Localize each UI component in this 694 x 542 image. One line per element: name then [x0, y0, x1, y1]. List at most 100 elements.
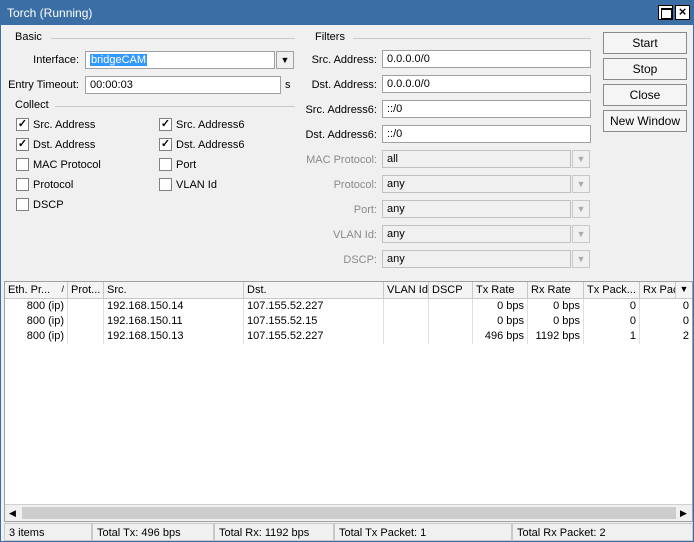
entry-timeout-field[interactable]: 00:00:03	[85, 76, 281, 94]
column-header-protocol[interactable]: Prot...	[68, 282, 104, 299]
scroll-left-icon[interactable]: ◀	[9, 508, 16, 519]
stop-button[interactable]: Stop	[603, 58, 687, 80]
protocol-checkbox[interactable]	[16, 178, 29, 191]
cell-eth-protocol: 800 (ip)	[5, 329, 68, 344]
cell-protocol	[68, 299, 104, 314]
port-checkbox-label: Port	[176, 159, 197, 171]
cell-vlan-id	[384, 314, 429, 329]
mac-protocol-dropdown-button[interactable]: ▼	[572, 150, 590, 168]
mac-protocol-checkbox-label: MAC Protocol	[33, 159, 101, 171]
entry-timeout-label: Entry Timeout:	[8, 79, 79, 91]
cell-rx-rate: 0 bps	[528, 314, 584, 329]
cell-tx-packets: 0	[584, 299, 640, 314]
column-header-dst[interactable]: Dst.	[244, 282, 384, 299]
cell-dscp	[429, 329, 473, 344]
filter-dst-address-field[interactable]: 0.0.0.0/0	[382, 75, 591, 93]
vlan-id-checkbox-label: VLAN Id	[176, 179, 217, 191]
scroll-right-icon[interactable]: ▶	[680, 508, 687, 519]
cell-eth-protocol: 800 (ip)	[5, 314, 68, 329]
cell-tx-packets: 1	[584, 329, 640, 344]
cell-src: 192.168.150.13	[104, 329, 244, 344]
filter-dst-address6-field[interactable]: ::/0	[382, 125, 591, 143]
cell-rx-rate: 1192 bps	[528, 329, 584, 344]
scrollbar-thumb[interactable]	[22, 507, 676, 519]
close-window-button[interactable]: ×	[675, 5, 690, 20]
filter-protocol-label: Protocol:	[333, 179, 377, 191]
column-header-rx-packets[interactable]: Rx Pac	[640, 282, 676, 299]
filter-dscp-field[interactable]: any	[382, 250, 571, 268]
basic-group-label: Basic	[15, 31, 42, 43]
table-row[interactable]: 800 (ip) 192.168.150.11 107.155.52.15 0 …	[5, 314, 692, 329]
dst-address-checkbox[interactable]: ✓	[16, 138, 29, 151]
cell-vlan-id	[384, 299, 429, 314]
basic-divider	[51, 38, 295, 39]
vlan-id-checkbox[interactable]	[159, 178, 172, 191]
cell-dst: 107.155.52.227	[244, 329, 384, 344]
filter-mac-protocol-field[interactable]: all	[382, 150, 571, 168]
cell-rx-rate: 0 bps	[528, 299, 584, 314]
port-checkbox[interactable]	[159, 158, 172, 171]
interface-label: Interface:	[33, 54, 79, 66]
status-total-rx: Total Rx: 1192 bps	[214, 523, 334, 541]
filter-src-address-label: Src. Address:	[311, 54, 377, 66]
table-row[interactable]: 800 (ip) 192.168.150.13 107.155.52.227 4…	[5, 329, 692, 344]
torch-table: Eth. Pr... / Prot... Src. Dst. VLAN Id D…	[4, 281, 693, 522]
filter-protocol-field[interactable]: any	[382, 175, 571, 193]
cell-src: 192.168.150.11	[104, 314, 244, 329]
mac-protocol-checkbox[interactable]	[16, 158, 29, 171]
maximize-button[interactable]	[658, 5, 673, 20]
dst-address6-checkbox[interactable]: ✓	[159, 138, 172, 151]
column-header-rx-rate[interactable]: Rx Rate	[528, 282, 584, 299]
cell-protocol	[68, 314, 104, 329]
filter-src-address6-field[interactable]: ::/0	[382, 100, 591, 118]
horizontal-scrollbar[interactable]: ◀ ▶	[5, 504, 692, 521]
src-address6-checkbox-label: Src. Address6	[176, 119, 245, 131]
filter-dst-address-label: Dst. Address:	[311, 79, 377, 91]
filter-src-address-field[interactable]: 0.0.0.0/0	[382, 50, 591, 68]
filter-dscp-label: DSCP:	[343, 254, 377, 266]
close-button[interactable]: Close	[603, 84, 687, 106]
src-address6-checkbox[interactable]: ✓	[159, 118, 172, 131]
new-window-button[interactable]: New Window	[603, 110, 687, 132]
cell-protocol	[68, 329, 104, 344]
dscp-checkbox-label: DSCP	[33, 199, 64, 211]
protocol-dropdown-button[interactable]: ▼	[572, 175, 590, 193]
port-dropdown-button[interactable]: ▼	[572, 200, 590, 218]
cell-tx-rate: 496 bps	[473, 329, 528, 344]
column-menu-icon[interactable]: ▼	[676, 282, 692, 299]
filters-group-label: Filters	[315, 31, 345, 43]
column-header-tx-packets[interactable]: Tx Pack...	[584, 282, 640, 299]
torch-window: Torch (Running) × Basic Interface: bridg…	[0, 0, 694, 542]
column-header-src[interactable]: Src.	[104, 282, 244, 299]
dst-address6-checkbox-label: Dst. Address6	[176, 139, 245, 151]
column-header-dscp[interactable]: DSCP	[429, 282, 473, 299]
cell-dscp	[429, 299, 473, 314]
vlan-id-dropdown-button[interactable]: ▼	[572, 225, 590, 243]
src-address-checkbox[interactable]: ✓	[16, 118, 29, 131]
cell-dst: 107.155.52.227	[244, 299, 384, 314]
dscp-dropdown-button[interactable]: ▼	[572, 250, 590, 268]
status-total-rx-packet: Total Rx Packet: 2	[512, 523, 693, 541]
column-header-eth-protocol[interactable]: Eth. Pr... /	[5, 282, 68, 299]
collect-divider	[55, 106, 295, 107]
cell-dscp	[429, 314, 473, 329]
interface-select[interactable]: bridgeCAM	[85, 51, 275, 69]
table-row[interactable]: 800 (ip) 192.168.150.14 107.155.52.227 0…	[5, 299, 692, 314]
filter-vlan-id-field[interactable]: any	[382, 225, 571, 243]
cell-tx-rate: 0 bps	[473, 299, 528, 314]
status-total-tx-packet: Total Tx Packet: 1	[334, 523, 512, 541]
column-header-vlan-id[interactable]: VLAN Id	[384, 282, 429, 299]
filter-vlan-id-label: VLAN Id:	[332, 229, 377, 241]
cell-dst: 107.155.52.15	[244, 314, 384, 329]
status-total-tx: Total Tx: 496 bps	[92, 523, 214, 541]
dscp-checkbox[interactable]	[16, 198, 29, 211]
start-button[interactable]: Start	[603, 32, 687, 54]
interface-value: bridgeCAM	[90, 54, 148, 66]
window-title: Torch (Running)	[7, 6, 93, 20]
cell-rx-packets: 0	[682, 315, 689, 327]
filter-port-field[interactable]: any	[382, 200, 571, 218]
column-header-tx-rate[interactable]: Tx Rate	[473, 282, 528, 299]
cell-vlan-id	[384, 329, 429, 344]
cell-src: 192.168.150.14	[104, 299, 244, 314]
title-bar[interactable]: Torch (Running) ×	[1, 1, 693, 25]
